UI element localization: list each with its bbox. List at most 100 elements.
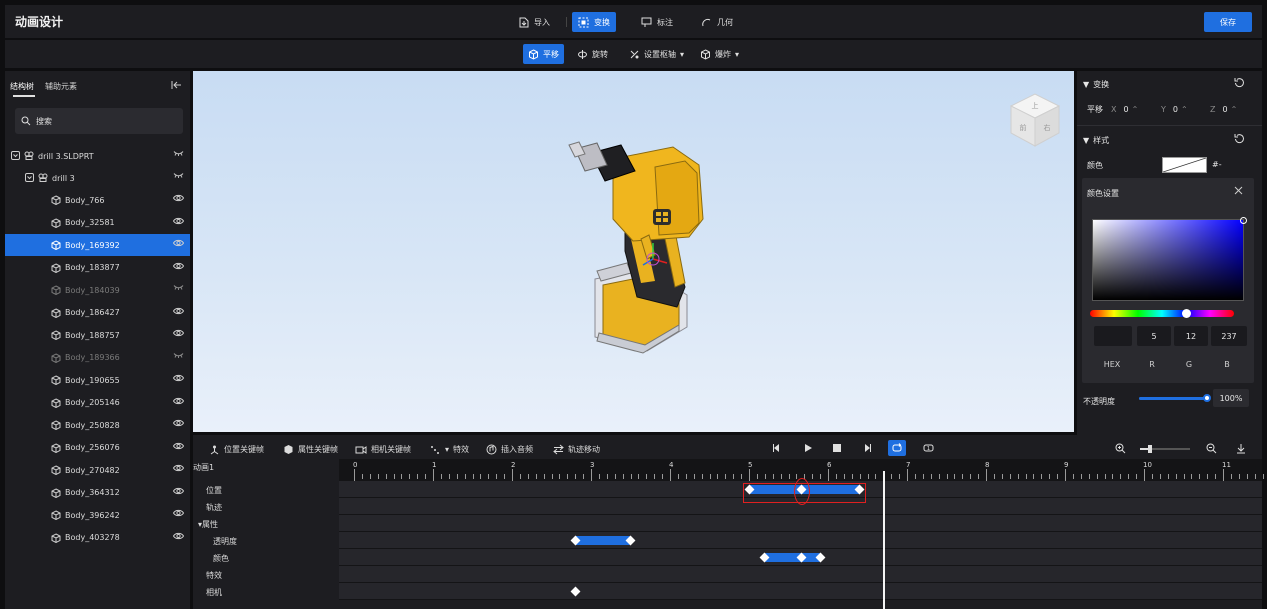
stepper-icon[interactable]: ⌃	[1132, 105, 1139, 114]
zoom-in-icon[interactable]	[1115, 443, 1126, 456]
hue-slider[interactable]	[1090, 309, 1234, 318]
eye-closed-icon[interactable]	[173, 172, 184, 181]
track-row[interactable]	[339, 566, 1262, 583]
r-input[interactable]: 5	[1137, 326, 1171, 346]
eye-icon[interactable]	[172, 464, 185, 474]
track-label-attributes[interactable]: ▾属性	[198, 519, 218, 530]
tree-body-row[interactable]: Body_270482	[5, 459, 190, 481]
tree-body-row[interactable]: Body_256076	[5, 437, 190, 459]
track-row[interactable]	[339, 532, 1262, 549]
zoom-out-icon[interactable]	[1206, 443, 1217, 456]
search-input[interactable]: 搜索	[15, 108, 183, 134]
tree-body-row[interactable]: Body_169392	[5, 234, 190, 256]
prev-frame-icon[interactable]	[772, 443, 782, 455]
tree-body-row[interactable]: Body_190655	[5, 369, 190, 391]
collapse-panel-icon[interactable]	[171, 80, 182, 92]
eye-icon[interactable]	[172, 194, 185, 204]
eye-icon[interactable]	[172, 374, 185, 384]
eye-closed-icon[interactable]	[173, 352, 184, 361]
geometry-button[interactable]: 几何	[695, 12, 739, 32]
eye-icon[interactable]	[172, 509, 185, 519]
tree-body-row[interactable]: Body_183877	[5, 257, 190, 279]
keyframe-segment[interactable]	[575, 536, 631, 545]
close-icon[interactable]	[1234, 186, 1243, 197]
drill-model[interactable]	[568, 141, 704, 354]
hex-input[interactable]	[1094, 326, 1132, 346]
eye-icon[interactable]	[172, 217, 185, 227]
stepper-icon[interactable]: ⌃	[1231, 105, 1238, 114]
track-row[interactable]	[339, 515, 1262, 532]
rotate-button[interactable]: 旋转	[572, 44, 613, 64]
animation-name[interactable]: 动画1	[193, 462, 214, 473]
attribute-keyframe-button[interactable]: 属性关键帧	[283, 444, 338, 455]
eye-closed-icon[interactable]	[173, 150, 184, 159]
view-cube[interactable]: 上 前 右	[1009, 93, 1061, 147]
loop-mode-icon[interactable]: 1	[923, 443, 934, 455]
translate-button[interactable]: 平移	[523, 44, 564, 64]
y-coord-field[interactable]: Y 0 ⌃	[1161, 101, 1188, 117]
set-axis-dropdown[interactable]: 设置枢轴 ▾	[624, 44, 689, 64]
collapse-toggle-icon[interactable]	[25, 172, 34, 184]
saturation-value-area[interactable]	[1092, 217, 1247, 301]
hue-thumb[interactable]	[1181, 309, 1191, 318]
reset-transform-icon[interactable]	[1234, 77, 1245, 90]
loop-toggle[interactable]	[888, 440, 906, 456]
transform-section-header[interactable]: ▼ 变换	[1083, 79, 1109, 90]
g-input[interactable]: 12	[1174, 326, 1208, 346]
download-icon[interactable]	[1236, 443, 1246, 456]
opacity-value[interactable]: 100%	[1213, 389, 1249, 407]
tree-body-row[interactable]: Body_364312	[5, 482, 190, 504]
eye-icon[interactable]	[172, 307, 185, 317]
tree-body-row[interactable]: Body_188757	[5, 324, 190, 346]
reset-style-icon[interactable]	[1234, 133, 1245, 146]
tab-structure-tree[interactable]: 结构树	[10, 81, 34, 92]
camera-keyframe-button[interactable]: 相机关键帧	[355, 444, 411, 455]
timeline-zoom-slider[interactable]	[1140, 445, 1190, 453]
effects-dropdown[interactable]: ▾ 特效	[430, 444, 469, 455]
collapse-toggle-icon[interactable]	[11, 150, 20, 162]
save-button[interactable]: 保存	[1204, 12, 1252, 32]
b-input[interactable]: 237	[1211, 326, 1247, 346]
tree-assembly-row[interactable]: drill 3	[5, 167, 190, 189]
x-coord-field[interactable]: X 0 ⌃	[1111, 101, 1138, 117]
opacity-thumb[interactable]	[1203, 394, 1211, 402]
tree-body-row[interactable]: Body_189366	[5, 347, 190, 369]
tree-body-row[interactable]: Body_32581	[5, 212, 190, 234]
sv-cursor[interactable]	[1240, 217, 1247, 224]
tree-body-row[interactable]: Body_766	[5, 189, 190, 211]
tree-body-row[interactable]: Body_403278	[5, 527, 190, 549]
zoom-thumb[interactable]	[1148, 445, 1152, 453]
stop-icon[interactable]	[833, 444, 841, 454]
play-icon[interactable]	[803, 443, 813, 455]
eye-icon[interactable]	[172, 329, 185, 339]
import-button[interactable]: 导入	[513, 12, 556, 32]
track-move-button[interactable]: 轨迹移动	[553, 444, 600, 455]
eye-icon[interactable]	[172, 397, 185, 407]
explode-dropdown[interactable]: 爆炸 ▾	[695, 44, 744, 64]
next-frame-icon[interactable]	[862, 443, 872, 455]
annotate-button[interactable]: 标注	[635, 12, 679, 32]
color-swatch[interactable]	[1162, 157, 1207, 173]
style-section-header[interactable]: ▼ 样式	[1083, 135, 1109, 146]
z-coord-field[interactable]: Z 0 ⌃	[1210, 101, 1237, 117]
tree-body-row[interactable]: Body_186427	[5, 302, 190, 324]
tree-body-row[interactable]: Body_205146	[5, 392, 190, 414]
eye-icon[interactable]	[172, 487, 185, 497]
eye-icon[interactable]	[172, 532, 185, 542]
eye-icon[interactable]	[172, 239, 185, 249]
transform-button[interactable]: 变换	[572, 12, 616, 32]
3d-viewport[interactable]: 上 前 右	[193, 71, 1074, 432]
tab-auxiliary-elements[interactable]: 辅助元素	[45, 81, 77, 92]
tree-root-row[interactable]: drill 3.SLDPRT	[5, 145, 190, 167]
track-row[interactable]	[339, 583, 1262, 600]
stepper-icon[interactable]: ⌃	[1181, 105, 1188, 114]
eye-icon[interactable]	[172, 419, 185, 429]
opacity-slider[interactable]	[1139, 394, 1211, 402]
position-keyframe-button[interactable]: 位置关键帧	[209, 444, 264, 455]
eye-icon[interactable]	[172, 262, 185, 272]
playhead[interactable]	[883, 471, 886, 609]
tree-body-row[interactable]: Body_184039	[5, 279, 190, 301]
eye-icon[interactable]	[172, 442, 185, 452]
tree-body-row[interactable]: Body_396242	[5, 504, 190, 526]
insert-audio-button[interactable]: 插入音频	[486, 444, 533, 455]
